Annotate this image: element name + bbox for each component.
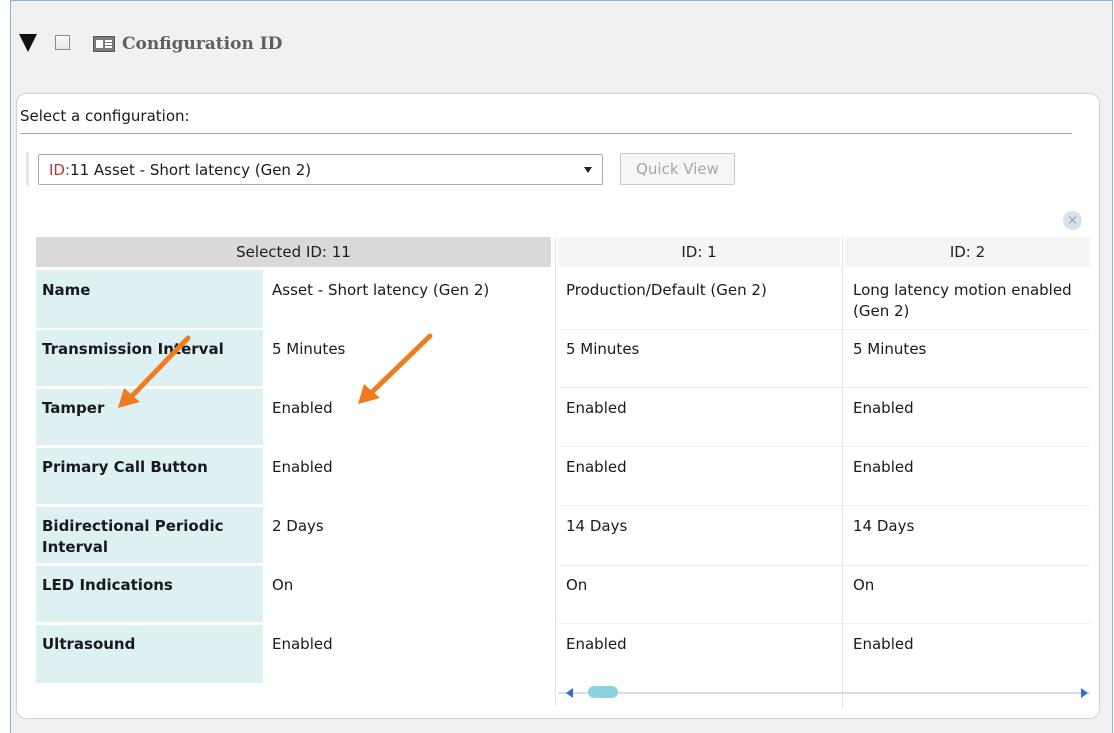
annotation-arrow-icon <box>358 333 433 404</box>
column-header-id-2: ID: 2 <box>845 237 1090 267</box>
cell-selected-transmission: 5 Minutes <box>272 340 346 358</box>
cell-id2-call-button: Enabled <box>853 458 914 476</box>
cell-id2-ultrasound: Enabled <box>853 635 914 653</box>
cell-id2-led: On <box>853 576 875 594</box>
column-header-selected: Selected ID: 11 <box>36 237 551 267</box>
cell-id2-name: Long latency motion enabled (Gen 2) <box>853 281 1072 320</box>
cell-id2-transmission: 5 Minutes <box>853 340 927 358</box>
configuration-dropdown[interactable]: ID:11 Asset - Short latency (Gen 2) <box>38 154 603 185</box>
row-label-ultrasound: Ultrasound <box>42 635 136 653</box>
select-configuration-label: Select a configuration: <box>20 107 190 125</box>
cell-id1-transmission: 5 Minutes <box>566 340 640 358</box>
cell-id1-tamper: Enabled <box>566 399 627 417</box>
row-label-name: Name <box>42 281 91 299</box>
cell-selected-name: Asset - Short latency (Gen 2) <box>272 281 490 299</box>
cell-selected-tamper: Enabled <box>272 399 333 417</box>
cell-selected-call-button: Enabled <box>272 458 333 476</box>
section-title: Configuration ID <box>122 34 283 54</box>
horizontal-scrollbar[interactable] <box>558 683 1090 703</box>
cell-id1-ultrasound: Enabled <box>566 635 627 653</box>
row-divider <box>558 505 1090 506</box>
row-divider <box>558 329 1090 330</box>
row-label-led-indications: LED Indications <box>42 576 173 594</box>
dropdown-value: ID:11 Asset - Short latency (Gen 2) <box>49 161 311 179</box>
close-icon[interactable]: × <box>1063 211 1082 230</box>
column-divider <box>842 237 843 707</box>
dropdown-selected-text: 11 Asset - Short latency (Gen 2) <box>70 161 312 179</box>
chevron-down-icon[interactable] <box>584 167 592 173</box>
row-label-bidirectional-interval: Bidirectional Periodic Interval <box>42 517 224 556</box>
annotation-arrow-icon <box>118 335 191 408</box>
dropdown-id-prefix: ID: <box>49 161 71 179</box>
collapse-triangle-icon[interactable] <box>19 34 37 52</box>
cell-selected-ultrasound: Enabled <box>272 635 333 653</box>
cell-selected-led: On <box>272 576 294 594</box>
row-label-primary-call-button: Primary Call Button <box>42 458 208 476</box>
cell-id1-led: On <box>566 576 588 594</box>
quick-view-button[interactable]: Quick View <box>620 153 735 185</box>
scroll-left-arrow-icon[interactable] <box>566 688 573 698</box>
row-divider <box>558 565 1090 566</box>
cell-id1-name: Production/Default (Gen 2) <box>566 281 767 299</box>
cell-id2-tamper: Enabled <box>853 399 914 417</box>
row-divider <box>558 623 1090 624</box>
row-divider <box>558 446 1090 447</box>
cell-id1-bidirectional: 14 Days <box>566 517 628 535</box>
section-checkbox[interactable] <box>55 35 70 50</box>
scrollbar-thumb[interactable] <box>588 686 618 698</box>
scroll-right-arrow-icon[interactable] <box>1081 688 1088 698</box>
scrollbar-track[interactable] <box>558 692 1090 694</box>
row-divider <box>558 387 1090 388</box>
section-header: Configuration ID <box>11 1 1112 89</box>
column-header-id-1: ID: 1 <box>558 237 840 267</box>
combo-accent <box>26 152 29 186</box>
config-icon <box>93 36 115 52</box>
cell-selected-bidirectional: 2 Days <box>272 517 324 535</box>
column-divider <box>555 237 556 707</box>
cell-id1-call-button: Enabled <box>566 458 627 476</box>
divider <box>20 133 1072 134</box>
cell-id2-bidirectional: 14 Days <box>853 517 915 535</box>
